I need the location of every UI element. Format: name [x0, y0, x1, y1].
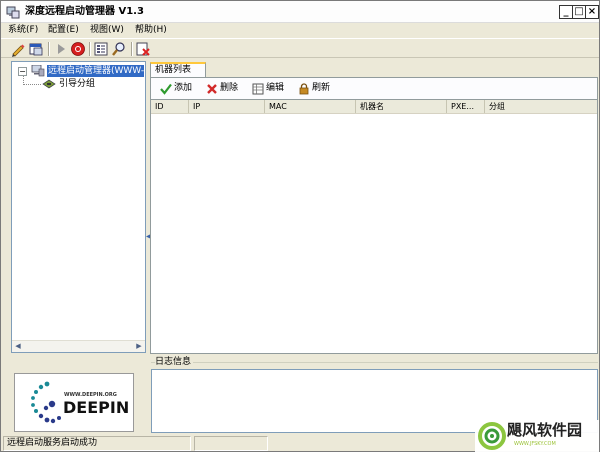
deepin-logo: WWW.DEEPIN.ORG DEEPIN	[14, 373, 134, 432]
menu-help[interactable]: 帮助(H)	[135, 24, 167, 36]
column-header-id[interactable]: ID	[151, 100, 189, 113]
tree-root-label[interactable]: 远程启动管理器(WWW-8	[47, 65, 144, 77]
tree-collapse-icon[interactable]: −	[18, 67, 27, 76]
scroll-right-icon[interactable]: ▶	[133, 341, 145, 353]
window-title: 深度远程启动管理器 V1.3	[25, 6, 144, 17]
refresh-button[interactable]: 刷新	[298, 82, 344, 96]
stop-icon[interactable]	[70, 41, 86, 57]
toolbar	[1, 38, 599, 58]
tab-machine-list[interactable]: 机器列表	[150, 62, 206, 78]
pencil-icon[interactable]	[10, 41, 26, 57]
watermark-text: 飓风软件园	[507, 421, 583, 439]
add-button[interactable]: 添加	[160, 82, 206, 96]
status-cell-2	[194, 436, 268, 451]
watermark-url: WWW.JFSKY.COM	[514, 441, 556, 447]
red-x-icon	[207, 84, 217, 94]
toolbar-separator	[48, 42, 50, 56]
toolbar-separator	[131, 42, 133, 56]
lock-icon	[299, 83, 309, 95]
column-header-group[interactable]: 分组	[485, 100, 597, 113]
menu-config[interactable]: 配置(E)	[48, 24, 79, 36]
app-icon	[6, 6, 20, 19]
delete-button[interactable]: 删除	[206, 82, 252, 96]
table-header: ID IP MAC 机器名 PXE... 分组	[151, 100, 597, 114]
tree-node-label[interactable]: 引导分组	[59, 78, 95, 90]
maximize-button[interactable]: □	[572, 5, 586, 19]
machine-list-panel: 添加 删除 编辑 刷新 ID IP MAC 机器名 PXE... 分组	[150, 77, 598, 354]
close-button[interactable]: ×	[585, 5, 599, 19]
menu-system[interactable]: 系统(F)	[8, 24, 38, 36]
machine-list-table[interactable]: ID IP MAC 机器名 PXE... 分组	[151, 99, 597, 353]
play-icon[interactable]	[53, 41, 69, 57]
computer-icon	[31, 65, 45, 77]
tree-connector	[23, 84, 41, 85]
action-bar: 添加 删除 编辑 刷新	[151, 80, 597, 98]
menu-view[interactable]: 视图(W)	[90, 24, 124, 36]
edit-button[interactable]: 编辑	[252, 82, 298, 96]
scroll-left-icon[interactable]: ◀	[12, 341, 24, 353]
column-header-pxe[interactable]: PXE...	[447, 100, 485, 113]
delete-icon[interactable]	[135, 41, 151, 57]
status-message: 远程启动服务启动成功	[3, 436, 191, 451]
minimize-button[interactable]: _	[559, 5, 573, 19]
app-window: 深度远程启动管理器 V1.3 _ □ × 系统(F) 配置(E) 视图(W) 帮…	[0, 0, 600, 452]
check-icon	[160, 83, 172, 95]
column-header-ip[interactable]: IP	[189, 100, 265, 113]
window-icon[interactable]	[28, 41, 44, 57]
column-header-mac[interactable]: MAC	[265, 100, 356, 113]
tree-view[interactable]: − 远程启动管理器(WWW-8 引导分组 ◀ ▶	[11, 61, 146, 353]
toolbar-separator	[89, 42, 91, 56]
logo-name: DEEPIN	[63, 398, 130, 417]
search-icon[interactable]	[111, 41, 127, 57]
column-header-machine-name[interactable]: 机器名	[356, 100, 447, 113]
title-bar: 深度远程启动管理器 V1.3 _ □ ×	[1, 1, 599, 23]
watermark: 飓风软件园 WWW.JFSKY.COM	[475, 420, 599, 452]
network-icon	[42, 79, 56, 89]
edit-button-label: 编辑	[266, 83, 285, 93]
add-button-label: 添加	[174, 83, 193, 93]
table-icon	[252, 83, 264, 95]
delete-button-label: 删除	[220, 83, 239, 93]
tree-horizontal-scrollbar[interactable]: ◀ ▶	[12, 340, 145, 352]
log-section-label: 日志信息	[155, 356, 194, 368]
watermark-logo-icon	[478, 422, 506, 450]
refresh-button-label: 刷新	[312, 83, 331, 93]
list-icon[interactable]	[93, 41, 109, 57]
menu-bar: 系统(F) 配置(E) 视图(W) 帮助(H)	[1, 23, 599, 37]
log-divider	[151, 362, 598, 363]
